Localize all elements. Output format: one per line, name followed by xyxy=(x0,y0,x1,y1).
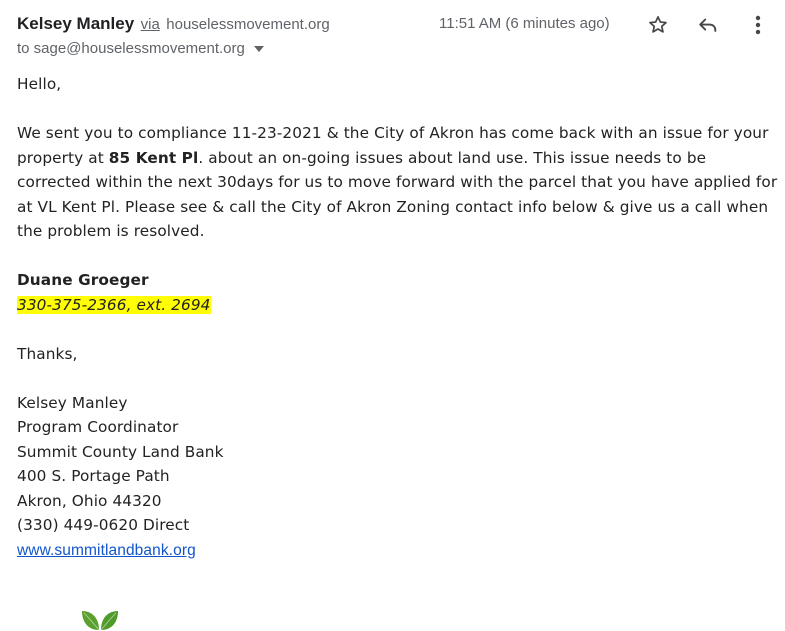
more-vert-icon xyxy=(755,15,761,35)
star-icon xyxy=(649,16,667,33)
sender-line: Kelsey Manley via houselessmovement.org xyxy=(17,14,330,34)
property-address: 85 Kent Pl xyxy=(108,148,199,167)
signature-address-1: 400 S. Portage Path xyxy=(17,467,170,485)
message-body: Hello, We sent you to compliance 11-23-2… xyxy=(17,72,779,563)
main-paragraph: We sent you to compliance 11-23-2021 & t… xyxy=(17,121,779,244)
website-link[interactable]: www.summitlandbank.org xyxy=(17,542,196,559)
reply-button[interactable] xyxy=(695,12,721,38)
reply-icon xyxy=(699,18,717,32)
signature-title: Program Coordinator xyxy=(17,418,179,436)
via-label[interactable]: via xyxy=(141,16,160,33)
message-header: Kelsey Manley via houselessmovement.org … xyxy=(17,10,777,60)
thanks-line: Thanks, xyxy=(17,344,78,363)
contact-phone: 330-375-2366, ext. 2694 xyxy=(17,295,211,314)
contact-name: Duane Groeger xyxy=(17,271,149,289)
recipient-details-caret-icon[interactable] xyxy=(253,46,264,53)
sender-name[interactable]: Kelsey Manley xyxy=(17,14,134,33)
signature-name: Kelsey Manley xyxy=(17,393,128,412)
signature-block: Kelsey Manley Program Coordinator Summit… xyxy=(17,391,779,564)
signature-org: Summit County Land Bank xyxy=(17,442,224,461)
recipient-line[interactable]: to sage@houselessmovement.org xyxy=(17,40,264,57)
land-bank-leaf-logo xyxy=(82,611,118,631)
via-domain: houselessmovement.org xyxy=(166,16,330,33)
star-button[interactable] xyxy=(645,12,671,38)
signature-phone: (330) 449-0620 Direct xyxy=(17,516,190,534)
signature-address-2: Akron, Ohio 44320 xyxy=(17,491,162,510)
recipient-label: to sage@houselessmovement.org xyxy=(17,40,245,57)
message-time: 11:51 AM (6 minutes ago) xyxy=(439,15,610,32)
more-options-button[interactable] xyxy=(745,12,771,38)
greeting: Hello, xyxy=(17,75,62,93)
